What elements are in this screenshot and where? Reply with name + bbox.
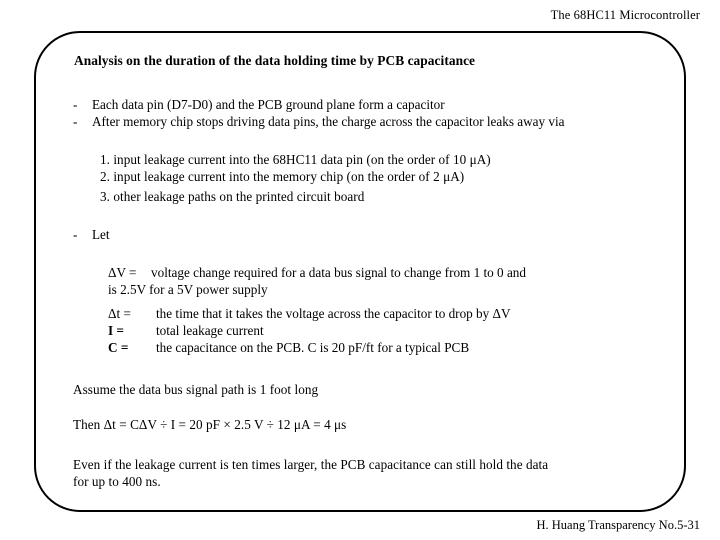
slide-footer-text: H. Huang Transparency No.5-31 [536, 518, 700, 532]
definition-description: voltage change required for a data bus s… [151, 265, 526, 280]
definition-term: Δt = [108, 306, 131, 321]
definition-description: the time that it takes the voltage acros… [156, 306, 511, 321]
definition-description: total leakage current [156, 323, 264, 338]
definition-term: I = [108, 323, 124, 338]
definition-term: C = [108, 340, 129, 355]
bullet-marker: - [73, 114, 78, 129]
bullet-label: Each data pin (D7-D0) and the PCB ground… [92, 97, 445, 112]
conclusion-line-1: Even if the leakage current is ten times… [73, 457, 549, 472]
definition-description: the capacitance on the PCB. C is 20 pF/f… [156, 340, 470, 355]
page-title: Analysis on the duration of the data hol… [74, 53, 476, 68]
assumption-line: Assume the data bus signal path is 1 foo… [73, 382, 319, 397]
list-item: 3. other leakage paths on the printed ci… [100, 189, 365, 204]
bullet-marker: - [73, 97, 78, 112]
slide-body: Analysis on the duration of the data hol… [0, 0, 720, 540]
conclusion-line-2: for up to 400 ns. [73, 474, 161, 489]
slide-canvas: The 68HC11 Microcontroller Analysis on t… [0, 0, 720, 540]
equation-line: Then Δt = CΔV ÷ I = 20 pF × 2.5 V ÷ 12 μ… [73, 417, 347, 432]
list-item: 2. input leakage current into the memory… [100, 169, 465, 184]
definition-description: is 2.5V for a 5V power supply [108, 282, 268, 297]
definition-term: ΔV = [108, 265, 137, 280]
list-item: 1. input leakage current into the 68HC11… [100, 152, 491, 167]
bullet-label: After memory chip stops driving data pin… [92, 114, 565, 129]
bullet-label: Let [92, 227, 110, 242]
bullet-marker: - [73, 227, 78, 242]
